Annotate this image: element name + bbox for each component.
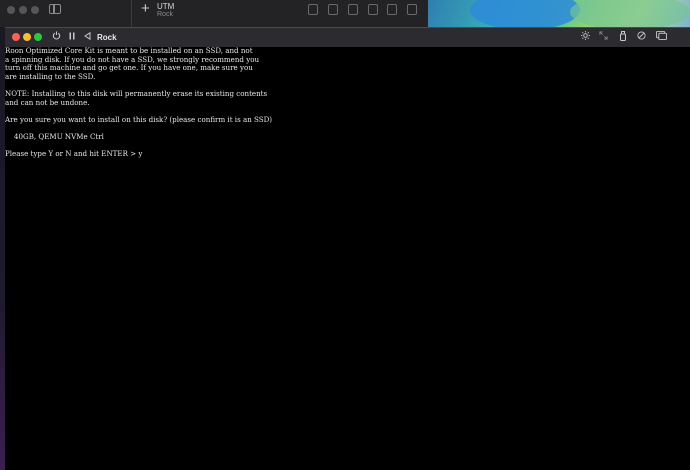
bg-divider (131, 0, 132, 27)
shared-folder-icon[interactable] (636, 31, 646, 44)
delete-icon[interactable] (308, 4, 318, 15)
stop-icon[interactable] (387, 4, 397, 15)
move-icon[interactable] (348, 4, 358, 15)
usb-icon[interactable] (618, 31, 628, 44)
vm-window: Rock Roon Optimized Core Kit is meant to… (5, 27, 690, 470)
display-icon[interactable] (655, 31, 667, 44)
zoom-button[interactable] (34, 33, 42, 41)
terminal-console[interactable]: Roon Optimized Core Kit is meant to be i… (5, 46, 690, 470)
back-icon[interactable] (83, 31, 91, 44)
bg-minimize-dot[interactable] (19, 6, 27, 14)
minimize-button[interactable] (23, 33, 31, 41)
vm-titlebar: Rock (5, 27, 690, 47)
sidebar-toggle-icon[interactable] (49, 4, 61, 14)
bg-window-title: UTM (157, 2, 175, 11)
console-line: 40GB, QEMU NVMe Ctrl (5, 131, 104, 141)
share-icon[interactable] (368, 4, 378, 15)
console-line: and can not be undone. (5, 97, 90, 107)
bg-zoom-dot[interactable] (31, 6, 39, 14)
settings-icon[interactable] (407, 4, 417, 15)
utm-background-window: + UTM Rock (0, 0, 430, 27)
resize-icon[interactable] (598, 31, 608, 44)
console-line: are installing to the SSD. (5, 71, 96, 81)
close-button[interactable] (12, 33, 20, 41)
bg-close-dot[interactable] (7, 6, 15, 14)
console-output: Roon Optimized Core Kit is meant to be i… (5, 46, 690, 159)
clone-icon[interactable] (328, 4, 338, 15)
bg-window-subtitle: Rock (157, 11, 173, 18)
brightness-icon[interactable] (580, 31, 590, 44)
add-vm-icon[interactable]: + (141, 1, 150, 17)
pause-icon[interactable] (68, 31, 76, 44)
vm-window-title: Rock (97, 33, 117, 42)
console-line: Are you sure you want to install on this… (5, 114, 273, 124)
power-icon[interactable] (51, 31, 61, 44)
console-prompt-line: Please type Y or N and hit ENTER > y (5, 149, 143, 159)
